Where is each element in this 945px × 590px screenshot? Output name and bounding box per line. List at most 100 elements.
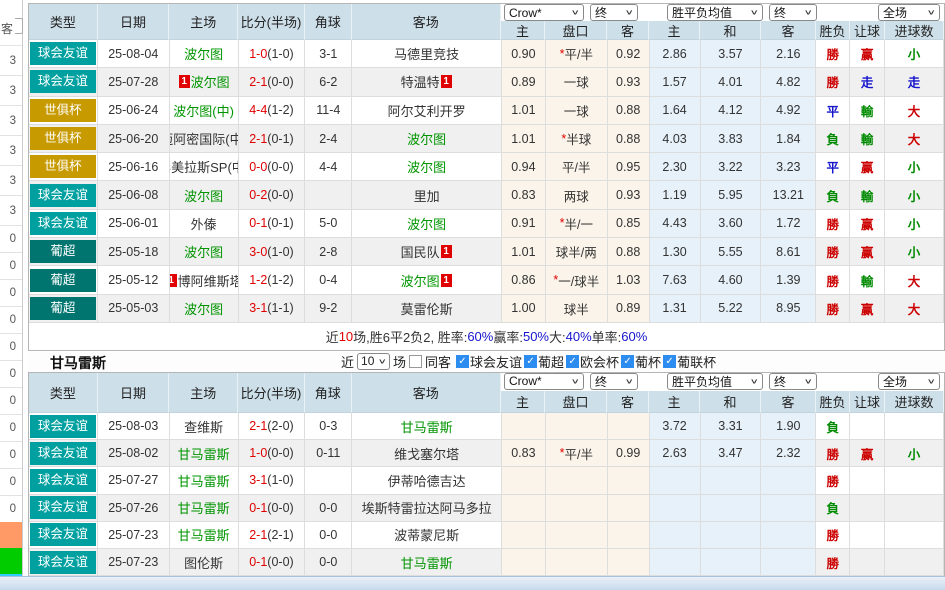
result-cell: 平: [816, 153, 850, 181]
fulltime-score: 3-1: [249, 301, 267, 315]
avg-home-cell: 2.63: [650, 440, 701, 467]
date-cell: 25-08-03: [98, 413, 170, 440]
odds-handicap-cell: *平/半: [546, 40, 608, 68]
goals-result-cell: 大: [885, 125, 944, 153]
odds-final-select-2[interactable]: 终∨: [590, 373, 638, 390]
odds-home-cell: [502, 413, 546, 440]
fulltime-score: 0-2: [249, 188, 267, 202]
league-filter-item: ✓葡联杯: [663, 352, 716, 371]
result-cell: 勝: [816, 210, 850, 238]
home-team-cell: 波尔图: [170, 40, 239, 68]
date-cell: 25-07-23: [98, 522, 170, 549]
halftime-score: (2-0): [267, 419, 293, 433]
cropped-number: 0: [0, 361, 22, 388]
red-card-badge: 1: [441, 75, 452, 88]
same-away-checkbox[interactable]: [409, 355, 422, 368]
odds-handicap-cell: *一/球半: [546, 266, 608, 294]
type-cell: 球会友谊: [29, 549, 98, 576]
away-team-cell: 马德里竞技: [352, 40, 502, 68]
date-cell: 25-06-08: [98, 181, 170, 209]
summary-segment: 60%: [621, 329, 647, 344]
type-cell: 球会友谊: [29, 40, 98, 68]
competition-chip: 世俱杯: [30, 99, 96, 122]
table2-dropdown-strip: Crow*∨ 终∨ 胜平负均值∨ 终∨ 全场∨: [501, 373, 944, 391]
horizontal-scrollbar-track[interactable]: [0, 576, 945, 590]
odds-away-cell: 1.03: [608, 266, 650, 294]
cropped-number: 0: [0, 469, 22, 496]
competition-chip: 球会友谊: [30, 469, 96, 492]
league-checkbox[interactable]: ✓: [621, 355, 634, 368]
scope-select[interactable]: 全场∨: [878, 4, 940, 21]
fulltime-score: 0-1: [249, 216, 267, 230]
competition-chip: 葡超: [30, 297, 96, 320]
result-char: 赢: [861, 299, 874, 318]
date-cell: 25-06-01: [98, 210, 170, 238]
result-cell: 勝: [816, 68, 850, 96]
avg-home-cell: [650, 495, 701, 522]
team-name: 波尔图: [407, 214, 446, 233]
home-team-cell: 波尔图: [170, 181, 239, 209]
odds-away-cell: 0.92: [608, 40, 650, 68]
result-char: 勝: [826, 553, 839, 572]
match-row: 球会友谊25-07-27甘马雷斯3-1(1-0)伊蒂哈德吉达勝: [29, 467, 944, 494]
result-char: 負: [826, 417, 839, 436]
corner-cell: 4-4: [305, 153, 352, 181]
avg-draw-cell: [701, 549, 762, 576]
halftime-score: (1-0): [267, 473, 293, 487]
league-checkbox[interactable]: ✓: [663, 355, 676, 368]
red-card-badge: 1: [441, 274, 452, 287]
odds-final-select[interactable]: 终∨: [590, 4, 638, 21]
home-team-cell: 外傣: [170, 210, 239, 238]
handicap-result-cell: 走: [850, 68, 885, 96]
avg-draw-cell: 4.12: [701, 97, 762, 125]
league-filter-item: ✓葡超: [524, 352, 564, 371]
odds-handicap-cell: 一球: [546, 97, 608, 125]
cropped-number: 0: [0, 226, 22, 253]
score-cell: 0-1(0-1): [239, 210, 306, 238]
avg-home-cell: 2.86: [650, 40, 701, 68]
away-team-cell: 维戈塞尔塔: [352, 440, 502, 467]
league-checkbox[interactable]: ✓: [524, 355, 537, 368]
chevron-down-icon: ∨: [804, 377, 813, 386]
col-header-avg-away: 客: [761, 391, 816, 413]
result-cell: 勝: [816, 522, 850, 549]
odds-source-select-2[interactable]: Crow*∨: [504, 373, 584, 390]
avg-final-select[interactable]: 终∨: [769, 4, 817, 21]
avg-away-cell: 4.92: [761, 97, 816, 125]
home-team-cell: 波尔图: [170, 295, 239, 323]
col-header-odds-home: 主: [501, 391, 545, 413]
result-cell: 勝: [816, 40, 850, 68]
league-filter-item: ✓欧会杯: [566, 352, 619, 371]
odds-away-cell: 0.99: [608, 440, 650, 467]
odds-handicap-cell: [546, 522, 608, 549]
type-cell: 葡超: [29, 295, 98, 323]
odds-home-cell: 0.89: [502, 68, 546, 96]
scope-select-2[interactable]: 全场∨: [878, 373, 940, 390]
competition-chip: 世俱杯: [30, 127, 96, 150]
odds-source-select[interactable]: Crow*∨: [504, 4, 584, 21]
col-header-type: 类型: [29, 373, 98, 413]
avg-type-select-2[interactable]: 胜平负均值∨: [667, 373, 763, 390]
near-count-select[interactable]: 10∨: [357, 353, 390, 370]
team-name: 波尔图: [184, 44, 223, 63]
fulltime-score: 0-1: [249, 501, 267, 515]
team-name: 图伦斯: [184, 553, 223, 572]
competition-chip: 球会友谊: [30, 212, 96, 235]
corner-cell: [305, 467, 352, 494]
halftime-score: (0-0): [267, 501, 293, 515]
avg-away-cell: 4.82: [761, 68, 816, 96]
type-cell: 球会友谊: [29, 495, 98, 522]
team-name: 博阿维斯塔: [178, 271, 239, 290]
odds-home-cell: 0.83: [502, 440, 546, 467]
avg-type-select[interactable]: 胜平负均值∨: [667, 4, 763, 21]
date-cell: 25-06-20: [98, 125, 170, 153]
odds-handicap-cell: *平/半: [546, 440, 608, 467]
result-char: 大: [908, 129, 921, 148]
team-name: 甘马雷斯: [178, 471, 230, 490]
league-checkbox[interactable]: ✓: [566, 355, 579, 368]
halftime-score: (0-1): [267, 132, 293, 146]
league-checkbox[interactable]: ✓: [456, 355, 469, 368]
match-row: 球会友谊25-08-04波尔图1-0(1-0)3-1马德里竞技0.90*平/半0…: [29, 40, 944, 68]
avg-final-select-2[interactable]: 终∨: [769, 373, 817, 390]
type-cell: 球会友谊: [29, 413, 98, 440]
